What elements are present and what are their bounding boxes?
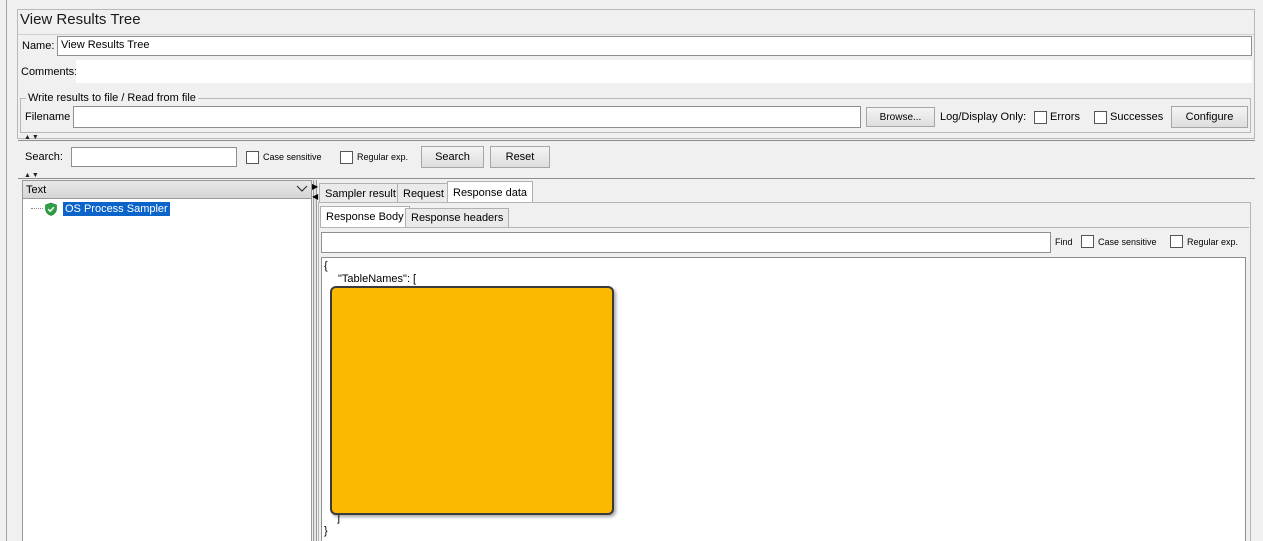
name-label: Name:: [22, 40, 55, 52]
pane-divider[interactable]: [313, 180, 317, 541]
tab-request[interactable]: Request: [397, 183, 450, 203]
tree-connector: [31, 208, 43, 209]
filename-field-value: [74, 107, 860, 111]
tab-sampler-result[interactable]: Sampler result: [319, 183, 402, 203]
find-input-value: [322, 233, 1050, 237]
response-tabs-rule: [320, 227, 1249, 228]
find-regex-label: Regular exp.: [1187, 237, 1239, 247]
renderer-select-value: Text: [26, 184, 47, 196]
renderer-select[interactable]: Text: [22, 180, 312, 199]
search-input[interactable]: [71, 147, 237, 167]
tab-scroll-arrow-icon[interactable]: ◀: [312, 193, 318, 201]
search-button[interactable]: Search: [421, 146, 484, 168]
find-case-sensitive-label: Case sensitive: [1098, 237, 1157, 247]
window-left-border: [6, 0, 7, 541]
search-case-sensitive-checkbox[interactable]: [246, 151, 259, 164]
name-field-value: View Results Tree: [61, 39, 150, 51]
name-field[interactable]: View Results Tree: [57, 36, 1252, 56]
search-regex-checkbox[interactable]: [340, 151, 353, 164]
results-tree-panel: [22, 180, 312, 541]
filename-label: Filename: [25, 111, 71, 123]
comments-field[interactable]: [76, 60, 1252, 83]
write-results-legend: Write results to file / Read from file: [28, 92, 196, 104]
tab-scroll-arrow-icon[interactable]: ▶: [312, 183, 318, 191]
response-line: "TableNames": [: [338, 273, 417, 285]
log-display-label: Log/Display Only:: [940, 111, 1027, 123]
configure-button[interactable]: Configure: [1171, 106, 1248, 128]
splitter-middle[interactable]: [18, 178, 1255, 179]
find-label: Find: [1055, 237, 1073, 247]
tab-response-data[interactable]: Response data: [447, 181, 533, 203]
search-label: Search:: [25, 151, 63, 163]
search-regex-label: Regular exp.: [357, 152, 409, 162]
tab-response-body[interactable]: Response Body: [320, 206, 410, 227]
splitter-top[interactable]: [18, 140, 1255, 141]
errors-checkbox[interactable]: [1034, 111, 1047, 124]
find-input[interactable]: [321, 232, 1051, 253]
filename-field[interactable]: [73, 106, 861, 128]
find-case-sensitive-checkbox[interactable]: [1081, 235, 1094, 248]
reset-button[interactable]: Reset: [490, 146, 550, 168]
redaction-block: [330, 286, 614, 515]
shield-check-icon: [44, 202, 58, 219]
chevron-down-icon: [296, 182, 308, 197]
response-line: {: [324, 260, 328, 272]
successes-label: Successes: [1110, 111, 1164, 123]
tab-response-headers[interactable]: Response headers: [405, 208, 510, 227]
browse-button[interactable]: Browse...: [866, 107, 935, 127]
comments-label: Comments:: [21, 66, 78, 78]
errors-label: Errors: [1050, 111, 1080, 123]
response-line: }: [324, 525, 328, 537]
search-input-value: [72, 148, 236, 152]
page-title: View Results Tree: [20, 11, 141, 28]
comments-field-value: [76, 60, 1252, 64]
successes-checkbox[interactable]: [1094, 111, 1107, 124]
tree-item-os-process-sampler[interactable]: OS Process Sampler: [63, 202, 170, 216]
find-regex-checkbox[interactable]: [1170, 235, 1183, 248]
search-case-sensitive-label: Case sensitive: [263, 152, 322, 162]
